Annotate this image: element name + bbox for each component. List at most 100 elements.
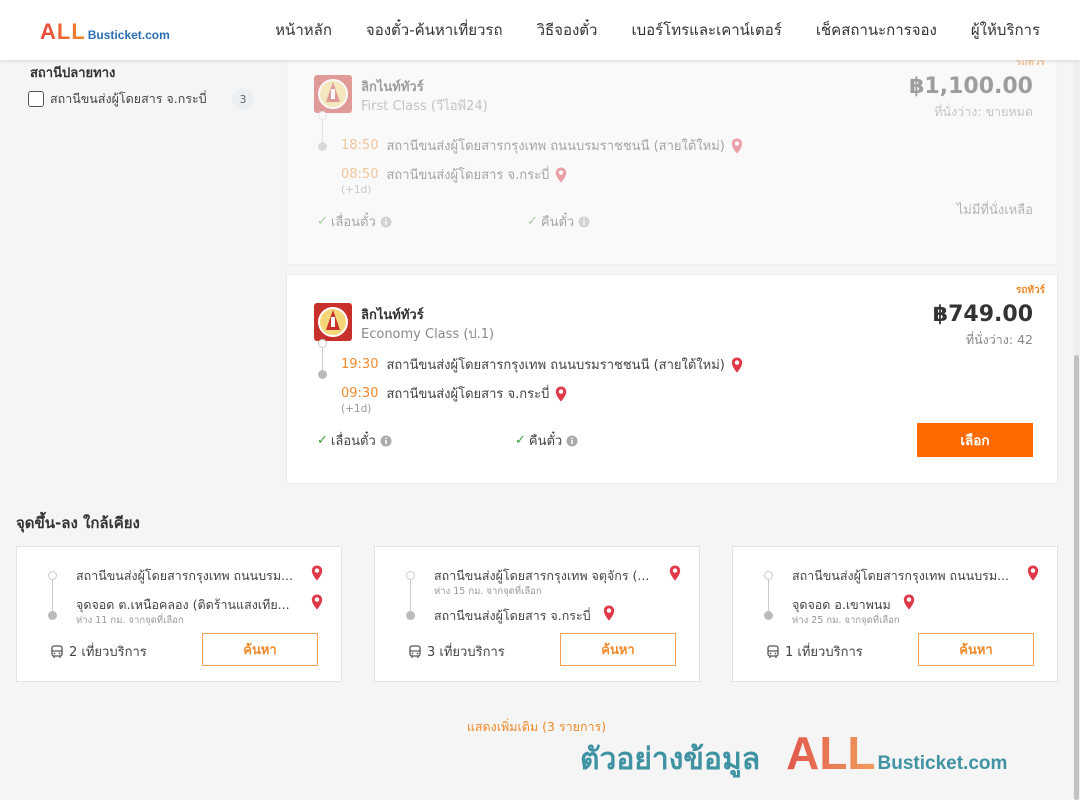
departure-row: 18:50 สถานีขนส่งผู้โดยสารกรุงเทพ ถนนบรมร… bbox=[341, 135, 743, 156]
info-icon[interactable] bbox=[578, 216, 590, 228]
map-pin-icon[interactable] bbox=[311, 565, 323, 585]
arrival-station: สถานีขนส่งผู้โดยสาร จ.กระบี่ bbox=[386, 387, 550, 402]
nearby-distance: ห่าง 11 กม. จากจุดที่เลือก bbox=[76, 615, 184, 626]
nearby-card: สถานีขนส่งผู้โดยสารกรุงเทพ ถนนบรม... จุด… bbox=[732, 546, 1058, 682]
map-pin-icon[interactable] bbox=[555, 167, 567, 183]
nearby-distance: ห่าง 15 กม. จากจุดที่เลือก bbox=[434, 586, 542, 597]
arrival-time: 08:50 bbox=[341, 167, 379, 182]
map-pin-icon[interactable] bbox=[731, 357, 743, 373]
nav-book-search[interactable]: จองตั๋ว-ค้นหาเที่ยวรถ bbox=[366, 18, 503, 42]
nav-home[interactable]: หน้าหลัก bbox=[275, 18, 332, 42]
operator-logo bbox=[314, 75, 352, 113]
nearby-distance: ห่าง 25 กม. จากจุดที่เลือก bbox=[792, 615, 900, 626]
next-day-indicator: (+1d) bbox=[341, 403, 372, 415]
destination-filter-title: สถานีปลายทาง bbox=[30, 66, 116, 81]
bus-class: First Class (วีไอพี24) bbox=[361, 99, 488, 114]
nearby-destination-station: จุดจอด อ.เขาพนม bbox=[792, 597, 891, 612]
operator-name: ลิกไนท์ทัวร์ bbox=[361, 80, 424, 95]
nav-operators[interactable]: ผู้ให้บริการ bbox=[971, 18, 1040, 42]
info-icon[interactable] bbox=[566, 435, 578, 447]
arrival-row: 08:50 สถานีขนส่งผู้โดยสาร จ.กระบี่ bbox=[341, 164, 567, 185]
scrollbar-thumb[interactable] bbox=[1074, 355, 1079, 800]
destination-filter-option[interactable]: สถานีขนส่งผู้โดยสาร จ.กระบี่ 3 bbox=[28, 88, 254, 110]
nearby-destination-station: จุดจอด ต.เหนือคลอง (ติดร้านแสงเทีย... bbox=[76, 597, 290, 612]
watermark-logo-all: ALL bbox=[786, 727, 876, 779]
nearby-origin-station: สถานีขนส่งผู้โดยสารกรุงเทพ ถนนบรม... bbox=[76, 568, 294, 583]
destination-dot bbox=[764, 611, 773, 620]
reschedule-label: เลื่อนตั๋ว bbox=[330, 434, 376, 449]
map-pin-icon[interactable] bbox=[731, 138, 743, 154]
map-pin-icon[interactable] bbox=[311, 594, 323, 614]
map-pin-icon[interactable] bbox=[903, 594, 915, 614]
trip-count: 3 เที่ยวบริการ bbox=[408, 641, 505, 662]
refund-policy: ✓ คืนตั๋ว bbox=[515, 430, 578, 451]
nearby-card: สถานีขนส่งผู้โดยสารกรุงเทพ ถนนบรม... จุด… bbox=[16, 546, 342, 682]
ticket-price: ฿749.00 bbox=[932, 302, 1033, 327]
origin-dot bbox=[48, 571, 57, 580]
reschedule-policy: ✓ เลื่อนตั๋ว bbox=[317, 430, 392, 451]
nearby-search-button[interactable]: ค้นหา bbox=[560, 633, 676, 666]
destination-option-count: 3 bbox=[232, 88, 254, 110]
departure-station: สถานีขนส่งผู้โดยสารกรุงเทพ ถนนบรมราชชนนี… bbox=[386, 358, 725, 373]
destination-dot bbox=[48, 611, 57, 620]
watermark-text: ตัวอย่างข้อมูล bbox=[580, 742, 761, 777]
top-header: ALL Busticket.com หน้าหลัก จองตั๋ว-ค้นหา… bbox=[0, 0, 1080, 60]
trip-count-label: 3 เที่ยวบริการ bbox=[427, 645, 505, 660]
trip-count: 1 เที่ยวบริการ bbox=[766, 641, 863, 662]
trip-card: รถทัวร์ ลิกไนท์ทัวร์ First Class (วีไอพี… bbox=[286, 46, 1058, 265]
bus-icon bbox=[408, 644, 422, 659]
bus-icon bbox=[50, 644, 64, 659]
arrival-row: 09:30 สถานีขนส่งผู้โดยสาร จ.กระบี่ bbox=[341, 383, 567, 404]
sample-data-watermark: ตัวอย่างข้อมูล ALL Busticket.com bbox=[580, 726, 1007, 783]
destination-dot bbox=[318, 370, 327, 379]
select-trip-button[interactable]: เลือก bbox=[917, 423, 1033, 457]
nearby-search-button[interactable]: ค้นหา bbox=[202, 633, 318, 666]
check-icon: ✓ bbox=[317, 214, 328, 229]
nearby-search-button[interactable]: ค้นหา bbox=[918, 633, 1034, 666]
trip-count-label: 1 เที่ยวบริการ bbox=[785, 645, 863, 660]
departure-station: สถานีขนส่งผู้โดยสารกรุงเทพ ถนนบรมราชชนนี… bbox=[386, 139, 725, 154]
departure-time: 18:50 bbox=[341, 138, 379, 153]
watermark-logo-busticket: Busticket.com bbox=[877, 753, 1008, 774]
sold-out-status: ไม่มีที่นั่งเหลือ bbox=[956, 203, 1033, 218]
refund-label: คืนตั๋ว bbox=[540, 215, 575, 230]
departure-row: 19:30 สถานีขนส่งผู้โดยสารกรุงเทพ ถนนบรมร… bbox=[341, 354, 743, 375]
trip-count: 2 เที่ยวบริการ bbox=[50, 641, 147, 662]
site-logo[interactable]: ALL Busticket.com bbox=[40, 19, 170, 45]
bus-type-tag: รถทัวร์ bbox=[1015, 285, 1045, 296]
nav-how-to-book[interactable]: วิธีจองตั๋ว bbox=[537, 18, 598, 42]
reschedule-policy: ✓ เลื่อนตั๋ว bbox=[317, 211, 392, 232]
nav-check-booking[interactable]: เช็คสถานะการจอง bbox=[816, 18, 937, 42]
info-icon[interactable] bbox=[380, 216, 392, 228]
logo-all-text: ALL bbox=[40, 19, 86, 44]
map-pin-icon[interactable] bbox=[1027, 565, 1039, 585]
info-icon[interactable] bbox=[380, 435, 392, 447]
departure-time: 19:30 bbox=[341, 357, 379, 372]
nav-contact-counters[interactable]: เบอร์โทรและเคาน์เตอร์ bbox=[631, 18, 781, 42]
nearby-origin-station: สถานีขนส่งผู้โดยสารกรุงเทพ ถนนบรม... bbox=[792, 568, 1010, 583]
seats-available: ที่นั่งว่าง: 42 bbox=[965, 332, 1033, 347]
next-day-indicator: (+1d) bbox=[341, 184, 372, 196]
map-pin-icon[interactable] bbox=[603, 605, 615, 625]
bus-class: Economy Class (ป.1) bbox=[361, 327, 495, 342]
refund-label: คืนตั๋ว bbox=[528, 434, 563, 449]
origin-dot bbox=[764, 571, 773, 580]
origin-dot bbox=[318, 339, 327, 348]
map-pin-icon[interactable] bbox=[669, 565, 681, 585]
destination-checkbox[interactable] bbox=[28, 91, 44, 107]
destination-option-label[interactable]: สถานีขนส่งผู้โดยสาร จ.กระบี่ bbox=[50, 89, 207, 109]
nearby-card: สถานีขนส่งผู้โดยสารกรุงเทพ จตุจักร (... … bbox=[374, 546, 700, 682]
origin-dot bbox=[318, 111, 327, 120]
ticket-price: ฿1,100.00 bbox=[909, 74, 1033, 99]
main-nav: หน้าหลัก จองตั๋ว-ค้นหาเที่ยวรถ วิธีจองตั… bbox=[275, 0, 1040, 60]
map-pin-icon[interactable] bbox=[555, 386, 567, 402]
logo-busticket-text: Busticket.com bbox=[87, 28, 170, 42]
destination-dot bbox=[318, 142, 327, 151]
bus-icon bbox=[766, 644, 780, 659]
arrival-station: สถานีขนส่งผู้โดยสาร จ.กระบี่ bbox=[386, 168, 550, 183]
refund-policy: ✓ คืนตั๋ว bbox=[527, 211, 590, 232]
nearby-destination-station: สถานีขนส่งผู้โดยสาร จ.กระบี่ bbox=[434, 608, 591, 623]
nearby-stops-title: จุดขึ้น-ลง ใกล้เคียง bbox=[16, 514, 140, 532]
operator-logo bbox=[314, 303, 352, 341]
check-icon: ✓ bbox=[515, 433, 526, 448]
